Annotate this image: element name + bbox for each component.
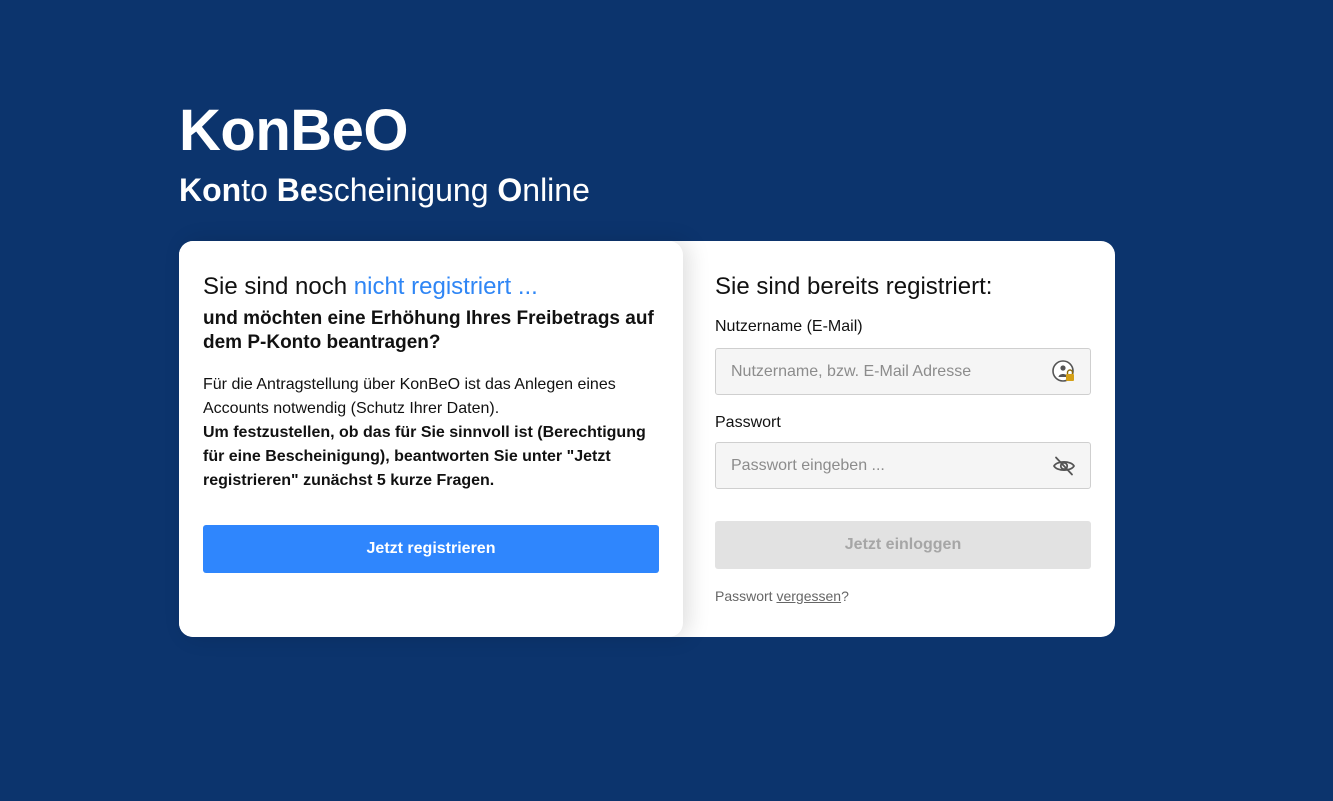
subtitle-bold-1: Kon — [179, 172, 242, 208]
subtitle-bold-2: Be — [276, 172, 318, 208]
register-description: Für die Antragstellung über KonBeO ist d… — [203, 373, 659, 493]
brand-title: KonBeO — [179, 98, 409, 163]
register-body-text: Für die Antragstellung über KonBeO ist d… — [203, 376, 616, 417]
password-field-wrapper — [715, 442, 1091, 489]
forgot-prefix: Passwort — [715, 588, 777, 604]
username-input[interactable] — [716, 349, 1090, 394]
eye-slash-icon[interactable] — [1052, 454, 1076, 478]
forgot-suffix: ? — [841, 588, 849, 604]
login-heading: Sie sind bereits registriert: — [715, 273, 993, 300]
subtitle-rest-2: scheinigung — [317, 172, 498, 208]
register-panel: Sie sind noch nicht registriert ... und … — [179, 241, 683, 637]
register-heading-accent: nicht registriert ... — [353, 273, 538, 300]
username-field-wrapper — [715, 348, 1091, 395]
subtitle-rest-1: to — [241, 172, 277, 208]
password-input[interactable] — [716, 443, 1090, 488]
forgot-password-text: Passwort vergessen? — [715, 588, 849, 604]
subtitle-rest-3: nline — [522, 172, 590, 208]
password-manager-icon[interactable] — [1052, 360, 1076, 384]
forgot-password-link[interactable]: vergessen — [776, 588, 841, 604]
login-panel: Sie sind bereits registriert: Nutzername… — [715, 271, 1091, 604]
register-heading-prefix: Sie sind noch — [203, 273, 354, 300]
register-body-bold: Um festzustellen, ob das für Sie sinnvol… — [203, 424, 646, 489]
login-card: Sie sind noch nicht registriert ... und … — [179, 241, 1115, 637]
login-button[interactable]: Jetzt einloggen — [715, 521, 1091, 569]
password-label: Passwort — [715, 414, 781, 431]
register-heading: Sie sind noch nicht registriert ... — [203, 271, 659, 303]
register-button[interactable]: Jetzt registrieren — [203, 525, 659, 573]
username-label: Nutzername (E-Mail) — [715, 318, 863, 335]
subtitle-bold-3: O — [497, 172, 523, 208]
register-subheading: und möchten eine Erhöhung Ihres Freibetr… — [203, 308, 654, 353]
brand-subtitle: Konto Bescheinigung Online — [179, 170, 590, 210]
